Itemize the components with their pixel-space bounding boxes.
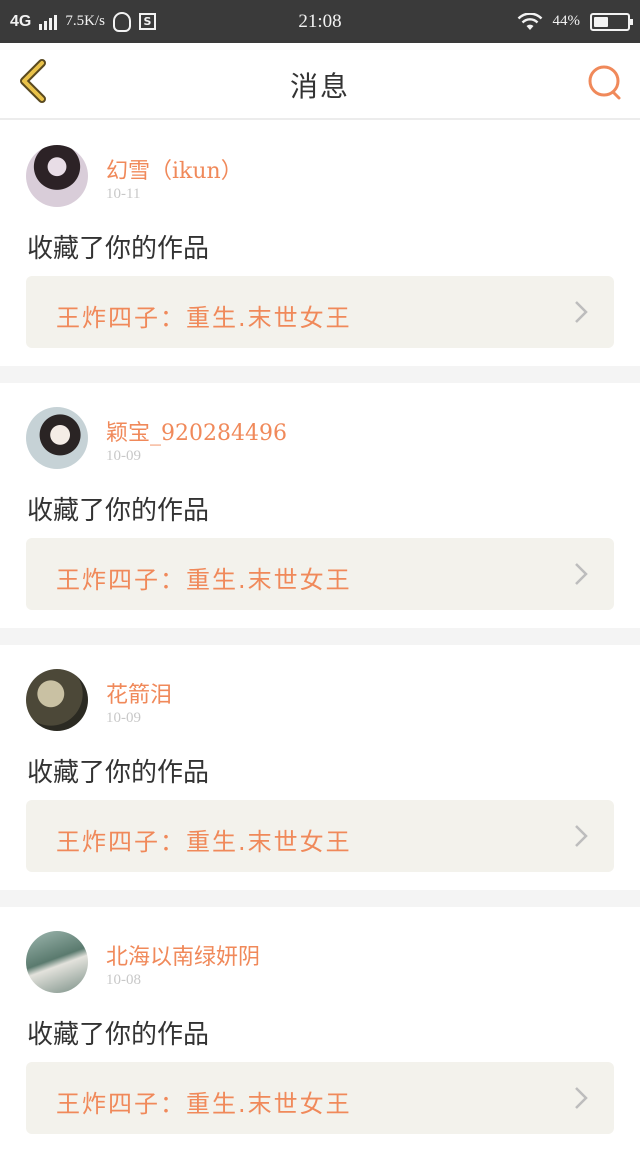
message-date: 10-11 bbox=[106, 186, 141, 202]
work-title: 王炸四子：重生.末世女王 bbox=[56, 304, 352, 332]
chevron-right-icon bbox=[575, 1087, 588, 1109]
message-date: 10-08 bbox=[106, 972, 141, 988]
network-speed: 7.5K/s bbox=[65, 13, 105, 29]
chevron-right-icon bbox=[575, 563, 588, 585]
battery-icon bbox=[590, 12, 633, 31]
username-link[interactable]: 花箭泪 bbox=[106, 677, 172, 709]
work-link[interactable]: 王炸四子：重生.末世女王 bbox=[26, 800, 614, 872]
divider bbox=[0, 890, 640, 907]
status-bar: 4G 7.5K/s S 21:08 44% bbox=[0, 0, 640, 43]
avatar[interactable] bbox=[26, 931, 88, 993]
chevron-right-icon bbox=[575, 825, 588, 847]
message-action-text: 收藏了你的作品 bbox=[27, 1020, 210, 1050]
work-link[interactable]: 王炸四子：重生.末世女王 bbox=[26, 538, 614, 610]
network-type: 4G bbox=[10, 12, 32, 30]
message-action-text: 收藏了你的作品 bbox=[27, 234, 210, 264]
username-link[interactable]: 颖宝_920284496 bbox=[106, 415, 287, 447]
qq-icon bbox=[112, 11, 131, 32]
work-link[interactable]: 王炸四子：重生.末世女王 bbox=[26, 276, 614, 348]
message-card: 花箭泪 10-09 收藏了你的作品 王炸四子：重生.末世女王 bbox=[0, 645, 640, 890]
battery-percent: 44% bbox=[552, 13, 581, 29]
work-title: 王炸四子：重生.末世女王 bbox=[56, 828, 352, 856]
username-link[interactable]: 北海以南绿妍阴 bbox=[106, 939, 260, 971]
message-card: 颖宝_920284496 10-09 收藏了你的作品 王炸四子：重生.末世女王 bbox=[0, 383, 640, 628]
s-app-icon: S bbox=[138, 13, 156, 30]
avatar[interactable] bbox=[26, 669, 88, 731]
message-card: 北海以南绿妍阴 10-08 收藏了你的作品 王炸四子：重生.末世女王 bbox=[0, 907, 640, 1152]
message-date: 10-09 bbox=[106, 448, 141, 464]
divider bbox=[0, 366, 640, 383]
message-date: 10-09 bbox=[106, 710, 141, 726]
avatar[interactable] bbox=[26, 145, 88, 207]
username-link[interactable]: 幻雪（ikun） bbox=[106, 153, 243, 185]
work-title: 王炸四子：重生.末世女王 bbox=[56, 566, 352, 594]
work-title: 王炸四子：重生.末世女王 bbox=[56, 1090, 352, 1118]
wifi-icon bbox=[517, 11, 543, 31]
search-button[interactable] bbox=[586, 63, 624, 101]
search-icon bbox=[588, 65, 621, 100]
message-card: 幻雪（ikun） 10-11 收藏了你的作品 王炸四子：重生.末世女王 bbox=[0, 121, 640, 366]
chevron-right-icon bbox=[575, 301, 588, 323]
divider bbox=[0, 628, 640, 645]
avatar[interactable] bbox=[26, 407, 88, 469]
s-app-label: S bbox=[143, 15, 152, 28]
message-action-text: 收藏了你的作品 bbox=[27, 758, 210, 788]
page-title: 消息 bbox=[289, 70, 350, 103]
signal-icon bbox=[39, 14, 58, 30]
message-list: 幻雪（ikun） 10-11 收藏了你的作品 王炸四子：重生.末世女王 颖宝_9… bbox=[0, 121, 640, 1152]
message-action-text: 收藏了你的作品 bbox=[27, 496, 210, 526]
app-header: 消息 bbox=[0, 43, 640, 120]
work-link[interactable]: 王炸四子：重生.末世女王 bbox=[26, 1062, 614, 1134]
